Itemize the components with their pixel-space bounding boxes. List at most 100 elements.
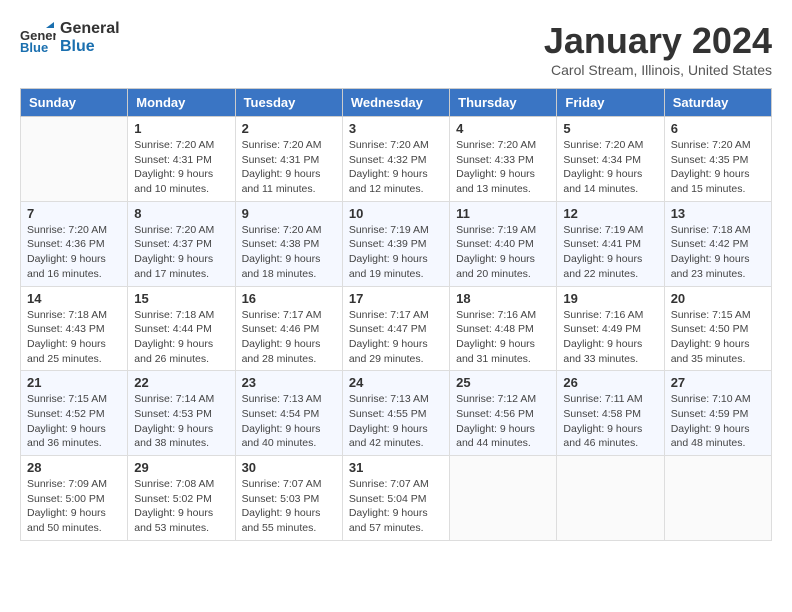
- day-cell: 22 Sunrise: 7:14 AMSunset: 4:53 PMDayligh…: [128, 371, 235, 456]
- day-info: Sunrise: 7:20 AMSunset: 4:32 PMDaylight:…: [349, 138, 443, 197]
- day-cell: 18 Sunrise: 7:16 AMSunset: 4:48 PMDayligh…: [450, 286, 557, 371]
- day-number: 31: [349, 460, 443, 475]
- day-cell: 29 Sunrise: 7:08 AMSunset: 5:02 PMDayligh…: [128, 456, 235, 541]
- svg-text:Blue: Blue: [20, 40, 48, 55]
- day-cell: [21, 117, 128, 202]
- day-info: Sunrise: 7:16 AMSunset: 4:49 PMDaylight:…: [563, 308, 657, 367]
- day-cell: 21 Sunrise: 7:15 AMSunset: 4:52 PMDayligh…: [21, 371, 128, 456]
- day-cell: 15Sunrise: 7:18 AMSunset: 4:44 PMDayligh…: [128, 286, 235, 371]
- title-area: January 2024 Carol Stream, Illinois, Uni…: [544, 20, 772, 78]
- day-header-monday: Monday: [128, 89, 235, 117]
- day-info: Sunrise: 7:17 AMSunset: 4:46 PMDaylight:…: [242, 308, 336, 367]
- day-header-thursday: Thursday: [450, 89, 557, 117]
- day-number: 10: [349, 206, 443, 221]
- logo: General Blue General Blue: [20, 20, 120, 56]
- day-number: 14: [27, 291, 121, 306]
- day-cell: 14Sunrise: 7:18 AMSunset: 4:43 PMDayligh…: [21, 286, 128, 371]
- day-cell: 23Sunrise: 7:13 AMSunset: 4:54 PMDayligh…: [235, 371, 342, 456]
- day-header-saturday: Saturday: [664, 89, 771, 117]
- day-info: Sunrise: 7:16 AMSunset: 4:48 PMDaylight:…: [456, 308, 550, 367]
- day-cell: 2 Sunrise: 7:20 AMSunset: 4:31 PMDaylight…: [235, 117, 342, 202]
- day-info: Sunrise: 7:20 AMSunset: 4:31 PMDaylight:…: [242, 138, 336, 197]
- day-cell: 26Sunrise: 7:11 AMSunset: 4:58 PMDayligh…: [557, 371, 664, 456]
- day-number: 18: [456, 291, 550, 306]
- day-cell: 8 Sunrise: 7:20 AMSunset: 4:37 PMDaylight…: [128, 201, 235, 286]
- day-number: 27: [671, 375, 765, 390]
- day-cell: 9Sunrise: 7:20 AMSunset: 4:38 PMDaylight…: [235, 201, 342, 286]
- day-header-sunday: Sunday: [21, 89, 128, 117]
- day-cell: 16 Sunrise: 7:17 AMSunset: 4:46 PMDayligh…: [235, 286, 342, 371]
- day-info: Sunrise: 7:15 AMSunset: 4:52 PMDaylight:…: [27, 392, 121, 451]
- day-number: 23: [242, 375, 336, 390]
- day-info: Sunrise: 7:19 AMSunset: 4:39 PMDaylight:…: [349, 223, 443, 282]
- day-number: 11: [456, 206, 550, 221]
- logo-general: General: [60, 20, 120, 38]
- logo-icon: General Blue: [20, 20, 56, 56]
- day-cell: 12 Sunrise: 7:19 AMSunset: 4:41 PMDayligh…: [557, 201, 664, 286]
- day-info: Sunrise: 7:09 AMSunset: 5:00 PMDaylight:…: [27, 477, 121, 536]
- day-number: 8: [134, 206, 228, 221]
- day-info: Sunrise: 7:20 AMSunset: 4:31 PMDaylight:…: [134, 138, 228, 197]
- day-number: 19: [563, 291, 657, 306]
- day-cell: 24Sunrise: 7:13 AMSunset: 4:55 PMDayligh…: [342, 371, 449, 456]
- day-number: 29: [134, 460, 228, 475]
- day-cell: 31 Sunrise: 7:07 AMSunset: 5:04 PMDayligh…: [342, 456, 449, 541]
- day-cell: [664, 456, 771, 541]
- week-row-1: 1Sunrise: 7:20 AMSunset: 4:31 PMDaylight…: [21, 117, 772, 202]
- day-info: Sunrise: 7:07 AMSunset: 5:04 PMDaylight:…: [349, 477, 443, 536]
- day-number: 4: [456, 121, 550, 136]
- day-info: Sunrise: 7:20 AMSunset: 4:34 PMDaylight:…: [563, 138, 657, 197]
- day-number: 5: [563, 121, 657, 136]
- day-cell: 30Sunrise: 7:07 AMSunset: 5:03 PMDayligh…: [235, 456, 342, 541]
- day-cell: 5 Sunrise: 7:20 AMSunset: 4:34 PMDaylight…: [557, 117, 664, 202]
- day-cell: 10 Sunrise: 7:19 AMSunset: 4:39 PMDayligh…: [342, 201, 449, 286]
- day-number: 15: [134, 291, 228, 306]
- day-cell: [450, 456, 557, 541]
- day-cell: 20Sunrise: 7:15 AMSunset: 4:50 PMDayligh…: [664, 286, 771, 371]
- day-cell: 25Sunrise: 7:12 AMSunset: 4:56 PMDayligh…: [450, 371, 557, 456]
- day-cell: [557, 456, 664, 541]
- month-title: January 2024: [544, 20, 772, 62]
- day-info: Sunrise: 7:08 AMSunset: 5:02 PMDaylight:…: [134, 477, 228, 536]
- day-cell: 19 Sunrise: 7:16 AMSunset: 4:49 PMDayligh…: [557, 286, 664, 371]
- day-cell: 3Sunrise: 7:20 AMSunset: 4:32 PMDaylight…: [342, 117, 449, 202]
- day-info: Sunrise: 7:20 AMSunset: 4:36 PMDaylight:…: [27, 223, 121, 282]
- day-number: 6: [671, 121, 765, 136]
- day-number: 28: [27, 460, 121, 475]
- day-cell: 11 Sunrise: 7:19 AMSunset: 4:40 PMDayligh…: [450, 201, 557, 286]
- calendar-table: SundayMondayTuesdayWednesdayThursdayFrid…: [20, 88, 772, 541]
- day-info: Sunrise: 7:15 AMSunset: 4:50 PMDaylight:…: [671, 308, 765, 367]
- day-number: 17: [349, 291, 443, 306]
- day-cell: 4Sunrise: 7:20 AMSunset: 4:33 PMDaylight…: [450, 117, 557, 202]
- day-number: 22: [134, 375, 228, 390]
- day-number: 12: [563, 206, 657, 221]
- day-info: Sunrise: 7:17 AMSunset: 4:47 PMDaylight:…: [349, 308, 443, 367]
- day-cell: 13 Sunrise: 7:18 AMSunset: 4:42 PMDayligh…: [664, 201, 771, 286]
- day-info: Sunrise: 7:19 AMSunset: 4:40 PMDaylight:…: [456, 223, 550, 282]
- day-number: 13: [671, 206, 765, 221]
- week-row-3: 14Sunrise: 7:18 AMSunset: 4:43 PMDayligh…: [21, 286, 772, 371]
- day-cell: 6Sunrise: 7:20 AMSunset: 4:35 PMDaylight…: [664, 117, 771, 202]
- day-info: Sunrise: 7:10 AMSunset: 4:59 PMDaylight:…: [671, 392, 765, 451]
- logo-blue: Blue: [60, 38, 120, 56]
- day-number: 30: [242, 460, 336, 475]
- day-cell: 17 Sunrise: 7:17 AMSunset: 4:47 PMDayligh…: [342, 286, 449, 371]
- day-info: Sunrise: 7:11 AMSunset: 4:58 PMDaylight:…: [563, 392, 657, 451]
- week-row-2: 7Sunrise: 7:20 AMSunset: 4:36 PMDaylight…: [21, 201, 772, 286]
- day-info: Sunrise: 7:12 AMSunset: 4:56 PMDaylight:…: [456, 392, 550, 451]
- day-header-wednesday: Wednesday: [342, 89, 449, 117]
- day-info: Sunrise: 7:14 AMSunset: 4:53 PMDaylight:…: [134, 392, 228, 451]
- day-info: Sunrise: 7:19 AMSunset: 4:41 PMDaylight:…: [563, 223, 657, 282]
- location-subtitle: Carol Stream, Illinois, United States: [544, 62, 772, 78]
- week-row-4: 21 Sunrise: 7:15 AMSunset: 4:52 PMDayligh…: [21, 371, 772, 456]
- day-cell: 27 Sunrise: 7:10 AMSunset: 4:59 PMDayligh…: [664, 371, 771, 456]
- day-info: Sunrise: 7:20 AMSunset: 4:37 PMDaylight:…: [134, 223, 228, 282]
- day-number: 16: [242, 291, 336, 306]
- day-number: 24: [349, 375, 443, 390]
- day-cell: 28 Sunrise: 7:09 AMSunset: 5:00 PMDayligh…: [21, 456, 128, 541]
- day-number: 2: [242, 121, 336, 136]
- day-header-tuesday: Tuesday: [235, 89, 342, 117]
- day-number: 21: [27, 375, 121, 390]
- calendar-header-row: SundayMondayTuesdayWednesdayThursdayFrid…: [21, 89, 772, 117]
- day-info: Sunrise: 7:18 AMSunset: 4:42 PMDaylight:…: [671, 223, 765, 282]
